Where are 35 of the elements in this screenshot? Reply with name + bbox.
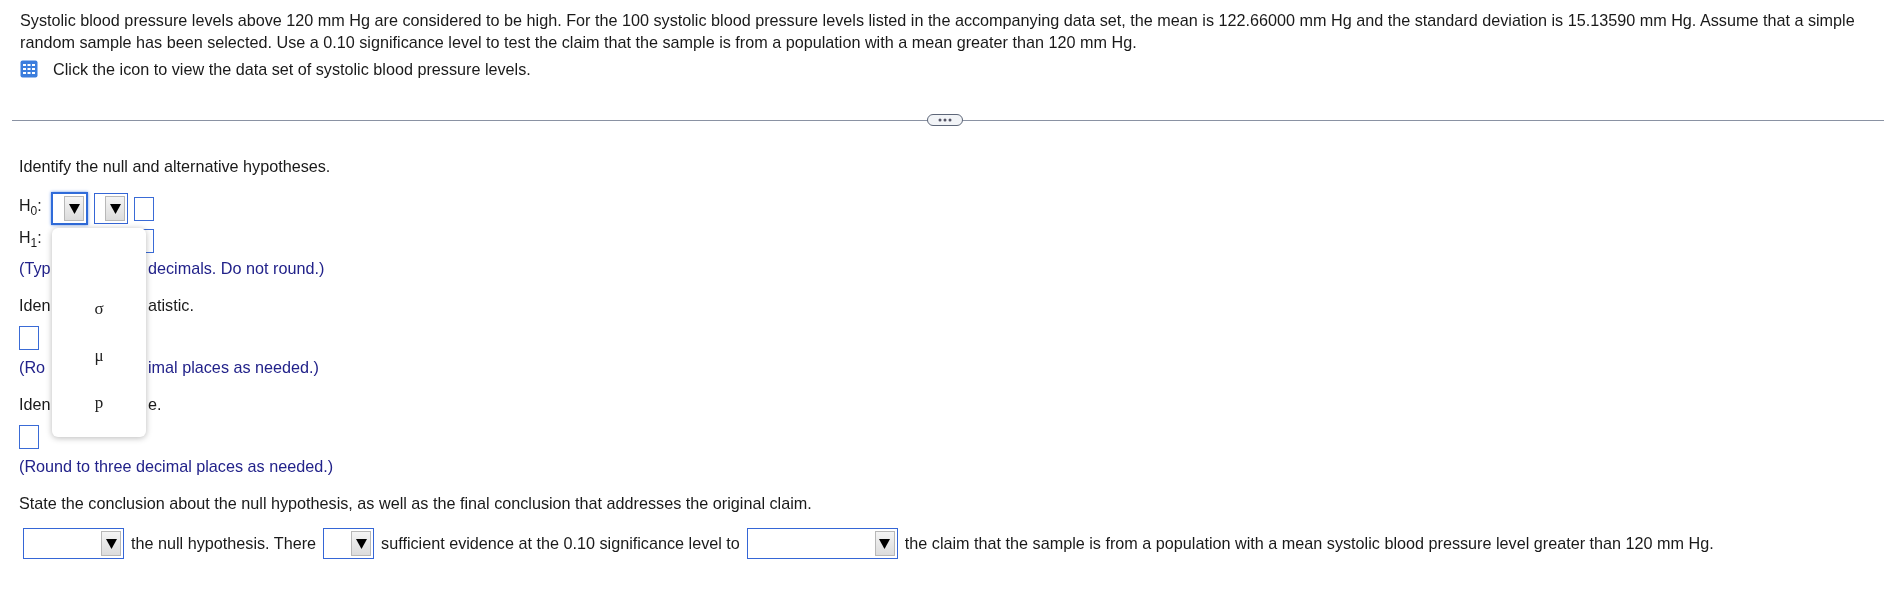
caret-icon (68, 203, 80, 214)
answer-box[interactable] (19, 326, 39, 350)
answer-box[interactable] (19, 425, 39, 449)
caret-icon (355, 538, 367, 549)
note-text: imal places as needed.) (148, 357, 319, 377)
answer-box[interactable] (134, 196, 154, 221)
menu-item[interactable]: σ (52, 296, 146, 343)
caret-icon (105, 538, 117, 549)
hypothesis-label: H$_{1}$: (19, 228, 43, 253)
more-button[interactable] (927, 114, 963, 126)
sentence-text: the claim that the sample is from a population with a mean systolic blood pressure level greater than 120 mm Hg. (904, 534, 1714, 553)
dropdown[interactable] (94, 193, 128, 224)
note-text: decimals. Do not round.) (148, 258, 325, 278)
caret-icon (109, 203, 121, 214)
question-text: e. (148, 394, 162, 414)
data-table-icon[interactable] (20, 60, 38, 78)
question-text: Identify the null and alternative hypotheses. (18, 156, 332, 176)
instruction-text: Click the icon to view the data set of systolic blood pressure levels. (53, 59, 531, 80)
sentence-text: sufficient evidence at the 0.10 significance level to (381, 534, 740, 553)
hypothesis-label: H$_{0}$: (19, 195, 43, 221)
dropdown[interactable] (51, 192, 88, 225)
sentence-text: the null hypothesis. There (131, 534, 317, 553)
problem-text: Systolic blood pressure levels above 120 mm Hg are considered to be high. For the 100 systolic blood pressure levels listed in the accompanying data set, the mean is 122.66000 mm Hg and the standard deviation is 15.13590 mm Hg. Assume that a simple random sample has been selected. Use a 0.10 significance level to test the claim that the sample is from a population with a mean greater than 120 mm Hg. (20, 10, 1856, 53)
question-text: Iden (19, 395, 51, 413)
menu-item[interactable]: p (52, 390, 146, 437)
question-text: Iden (19, 296, 51, 314)
caret-icon (879, 538, 891, 549)
question-text: State the conclusion about the null hypothesis, as well as the final conclusion that addresses the original claim. (19, 493, 812, 513)
note-text: (Round to three decimal places as needed.) (19, 456, 334, 476)
question-text: atistic. (148, 295, 194, 315)
note-text: (Typ (19, 259, 51, 277)
menu-item[interactable]: μ (52, 343, 146, 390)
note-text: (Ro (19, 358, 46, 376)
dots-icon (938, 118, 952, 122)
dropdown[interactable] (323, 528, 375, 559)
